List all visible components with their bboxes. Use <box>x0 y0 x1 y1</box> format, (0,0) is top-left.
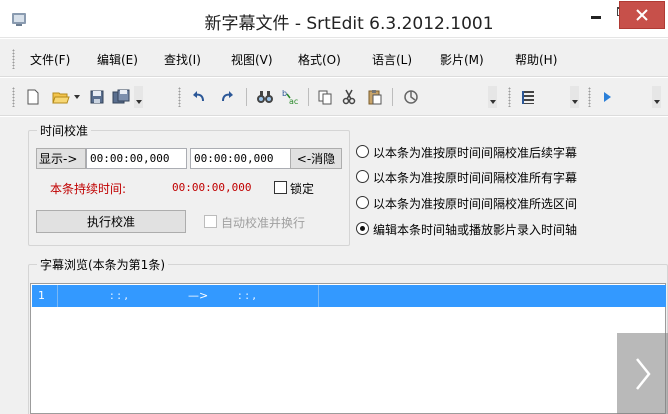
row-arrow: —> <box>188 289 209 302</box>
column-divider <box>57 285 58 307</box>
toolbar-separator <box>392 88 393 106</box>
paste-button[interactable] <box>364 86 386 108</box>
option-label-4: 编辑本条时间轴或播放影片录入时间轴 <box>373 223 578 237</box>
redo-button[interactable] <box>216 86 238 108</box>
option-label-1: 以本条为准按原时间间隔校准后续字幕 <box>373 146 578 160</box>
svg-text:b: b <box>282 89 287 98</box>
save-button[interactable] <box>86 86 108 108</box>
chevron-down-icon <box>74 95 80 99</box>
option-label-2: 以本条为准按原时间间隔校准所有字幕 <box>373 171 578 185</box>
subtitle-list[interactable]: 1 : : , —> : : , <box>30 283 666 414</box>
lock-checkbox[interactable] <box>274 181 287 194</box>
duration-label: 本条持续时间: <box>50 182 127 196</box>
find-button[interactable] <box>254 86 276 108</box>
toolbar-chevron-play[interactable] <box>652 86 661 108</box>
start-time-field[interactable]: 00:00:00,000 <box>86 148 187 169</box>
menu-grip[interactable] <box>12 49 15 69</box>
copy-button[interactable] <box>314 86 336 108</box>
cut-icon <box>342 89 356 105</box>
minimize-icon <box>591 15 601 19</box>
subtitle-browse-legend: 字幕浏览(本条为第1条) <box>40 258 165 272</box>
toolbar-separator <box>308 88 309 106</box>
menu-find[interactable]: 查找(I) <box>164 51 201 68</box>
option-radio-4[interactable] <box>356 222 369 235</box>
menu-format[interactable]: 格式(O) <box>298 51 341 68</box>
play-icon <box>604 92 611 102</box>
save-as-button[interactable] <box>110 86 132 108</box>
find-icon <box>257 91 273 103</box>
menu-edit[interactable]: 编辑(E) <box>97 51 138 68</box>
option-radio-3[interactable] <box>356 196 369 209</box>
replace-button[interactable]: b ac <box>280 86 302 108</box>
cut-button[interactable] <box>338 86 360 108</box>
undo-icon <box>193 91 204 102</box>
toolbar-chevron-edit[interactable] <box>488 86 497 108</box>
show-button[interactable]: 显示-> <box>36 148 86 169</box>
toolbar-grip-view[interactable] <box>508 87 511 107</box>
close-button[interactable] <box>619 1 665 29</box>
paste-icon <box>368 90 382 105</box>
menu-bar: 文件(F) 编辑(E) 查找(I) 视图(V) 格式(O) 语言(L) 影片(M… <box>0 39 668 77</box>
execute-calibration-button[interactable]: 执行校准 <box>36 210 186 233</box>
auto-calibrate-label: 自动校准并换行 <box>221 216 306 230</box>
toolbar: b ac <box>0 78 668 116</box>
svg-text:ac: ac <box>289 97 298 106</box>
new-file-button[interactable] <box>22 86 44 108</box>
chevron-right-icon <box>635 357 651 390</box>
row-start-time: : : , <box>110 289 128 302</box>
toolbar-grip[interactable] <box>12 87 15 107</box>
end-time-field[interactable]: 00:00:00,000 <box>190 148 291 169</box>
duration-value: 00:00:00,000 <box>172 181 252 194</box>
new-file-icon <box>27 89 39 105</box>
menu-help[interactable]: 帮助(H) <box>515 51 557 68</box>
column-divider <box>318 285 319 307</box>
menu-language[interactable]: 语言(L) <box>372 51 412 68</box>
option-label-3: 以本条为准按原时间间隔校准所选区间 <box>373 197 578 211</box>
option-radio-2[interactable] <box>356 170 369 183</box>
toolbar-chevron-view[interactable] <box>570 86 579 108</box>
save-icon <box>90 90 104 104</box>
menu-file[interactable]: 文件(F) <box>30 51 70 68</box>
copy-icon <box>318 90 332 105</box>
open-dropdown-button[interactable] <box>72 86 82 108</box>
clear-icon <box>404 90 418 104</box>
lock-label: 锁定 <box>290 182 315 196</box>
option-radio-1[interactable] <box>356 145 369 158</box>
menu-view[interactable]: 视图(V) <box>231 51 273 68</box>
play-button[interactable] <box>596 86 618 108</box>
window-title: 新字幕文件 - SrtEdit 6.3.2012.1001 <box>204 14 494 34</box>
row-index: 1 <box>38 289 45 302</box>
close-icon <box>636 9 648 21</box>
row-end-time: : : , <box>238 289 256 302</box>
toolbar-chevron-file[interactable] <box>134 86 143 108</box>
title-bar: 新字幕文件 - SrtEdit 6.3.2012.1001 <box>0 0 668 38</box>
calibration-legend: 时间校准 <box>40 124 89 138</box>
redo-icon <box>222 91 233 102</box>
list-item[interactable]: 1 : : , —> : : , <box>32 285 666 307</box>
undo-button[interactable] <box>188 86 210 108</box>
open-button[interactable] <box>50 86 72 108</box>
toolbar-grip-edit[interactable] <box>178 87 181 107</box>
minimize-button[interactable] <box>580 0 612 30</box>
replace-icon: b ac <box>282 89 298 106</box>
toolbar-separator <box>246 88 247 106</box>
list-view-button[interactable] <box>517 86 539 108</box>
next-page-button[interactable] <box>617 333 668 414</box>
toolbar-grip-play[interactable] <box>588 87 591 107</box>
menu-movie[interactable]: 影片(M) <box>440 51 484 68</box>
open-folder-icon <box>52 92 70 104</box>
save-as-icon <box>112 89 130 104</box>
clear-button[interactable] <box>400 86 422 108</box>
list-view-icon <box>522 91 534 104</box>
auto-calibrate-checkbox[interactable] <box>204 215 217 228</box>
cancel-button[interactable]: <-消隐 <box>290 148 342 169</box>
